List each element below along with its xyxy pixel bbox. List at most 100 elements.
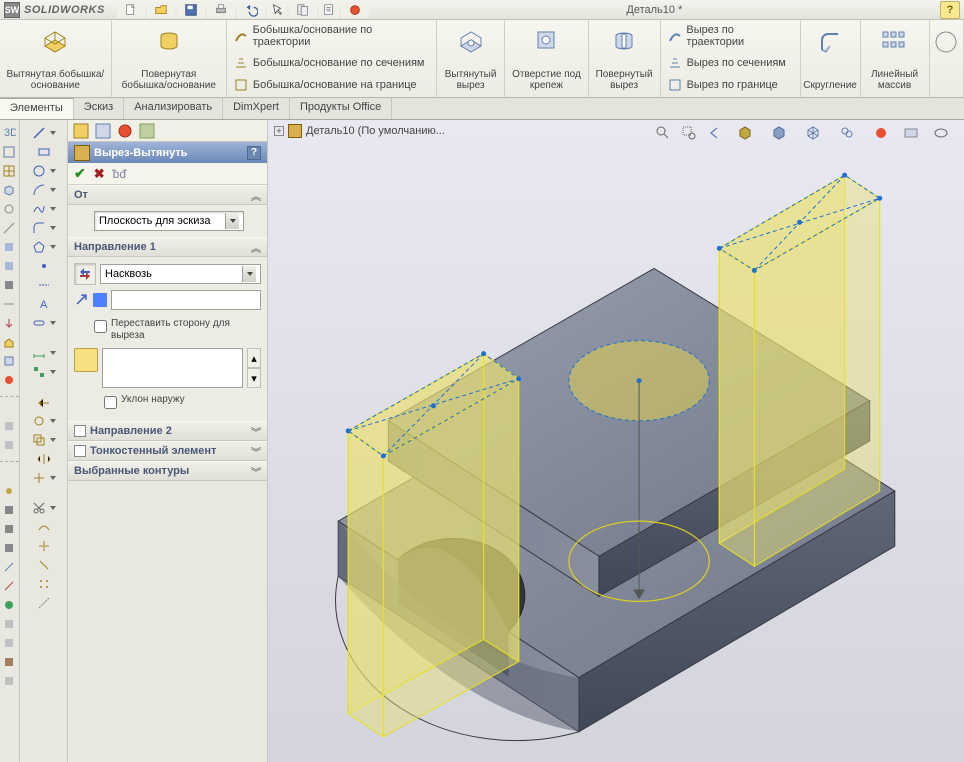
- open-button[interactable]: [147, 2, 175, 18]
- draft-icon[interactable]: [74, 348, 98, 372]
- pattern-button[interactable]: [20, 575, 64, 593]
- save-button[interactable]: [177, 2, 205, 18]
- convert-button[interactable]: [20, 412, 64, 430]
- view-front-icon[interactable]: [0, 143, 18, 161]
- hole-wizard-button[interactable]: Отверстие под крепеж: [505, 20, 588, 97]
- view-grid-icon[interactable]: [0, 162, 18, 180]
- construction-button[interactable]: [20, 594, 64, 612]
- mirror-button[interactable]: [20, 450, 64, 468]
- sketch-fillet-button[interactable]: [20, 219, 64, 237]
- misc14-icon[interactable]: [0, 615, 18, 633]
- reverse-direction-button[interactable]: [74, 263, 96, 285]
- home-icon[interactable]: [0, 333, 18, 351]
- flip-side-checkbox[interactable]: [94, 320, 107, 333]
- misc10-icon[interactable]: [0, 539, 18, 557]
- draft-outward-checkbox[interactable]: [104, 396, 117, 409]
- sketch-slot-button[interactable]: [20, 314, 64, 332]
- new-button[interactable]: [117, 2, 145, 18]
- stretch-button[interactable]: [20, 556, 64, 574]
- dim-button[interactable]: [20, 344, 64, 362]
- sweep-boss-button[interactable]: Бобышка/основание по траектории: [233, 22, 430, 50]
- appearance-button[interactable]: [341, 2, 369, 18]
- draft-selection-box[interactable]: [102, 348, 243, 388]
- move-button[interactable]: [20, 469, 64, 487]
- tab-sketch[interactable]: Эскиз: [74, 98, 124, 119]
- spin-down-button[interactable]: ▾: [247, 368, 261, 388]
- misc8-icon[interactable]: [0, 501, 18, 519]
- misc9-icon[interactable]: [0, 520, 18, 538]
- ok-button[interactable]: ✔: [74, 165, 86, 182]
- tab-evaluate[interactable]: Анализировать: [124, 98, 223, 119]
- misc4-icon[interactable]: [0, 295, 18, 313]
- cube-icon[interactable]: [0, 181, 18, 199]
- boundary-cut-button[interactable]: Вырез по границе: [667, 75, 778, 95]
- sketch-rect-button[interactable]: [20, 143, 64, 161]
- select-button[interactable]: [267, 2, 287, 18]
- boundary-boss-button[interactable]: Бобышка/основание на границе: [233, 75, 417, 95]
- print-button[interactable]: [207, 2, 235, 18]
- extend-button[interactable]: [20, 518, 64, 536]
- relation-button[interactable]: [20, 363, 64, 381]
- revolve-cut-button[interactable]: Повернутый вырез: [589, 20, 661, 97]
- sketch-centerline-button[interactable]: [20, 276, 64, 294]
- pm-tab-extra-icon[interactable]: [138, 122, 156, 140]
- sweep-cut-button[interactable]: Вырез по траектории: [667, 22, 794, 50]
- tab-dimxpert[interactable]: DimXpert: [223, 98, 290, 119]
- extrude-cut-button[interactable]: Вытянутый вырез: [437, 20, 505, 97]
- pm-tab-feature-icon[interactable]: [72, 122, 90, 140]
- loft-cut-button[interactable]: Вырез по сечениям: [667, 53, 786, 73]
- split-button[interactable]: [20, 537, 64, 555]
- preview-button[interactable]: ᵬᵭ: [113, 167, 126, 181]
- section-contours-header[interactable]: Выбранные контуры︾: [68, 461, 267, 481]
- view-3d-icon[interactable]: 3D: [0, 124, 18, 142]
- sketch-spline-button[interactable]: [20, 200, 64, 218]
- misc5-icon[interactable]: [0, 417, 18, 435]
- cancel-button[interactable]: ✖: [94, 166, 105, 182]
- help-button[interactable]: ?: [940, 1, 960, 19]
- misc15-icon[interactable]: [0, 634, 18, 652]
- sketch-text-button[interactable]: A: [20, 295, 64, 313]
- pm-tab-config-icon[interactable]: [94, 122, 112, 140]
- from-plane-combo[interactable]: Плоскость для эскиза: [94, 211, 244, 231]
- end-condition-combo[interactable]: Насквозь: [100, 264, 261, 284]
- direction-value-input[interactable]: [111, 290, 261, 310]
- color-icon[interactable]: [0, 371, 18, 389]
- box-icon[interactable]: [0, 352, 18, 370]
- sketch-point-button[interactable]: [20, 257, 64, 275]
- tab-features[interactable]: Элементы: [0, 98, 74, 119]
- misc17-icon[interactable]: [0, 672, 18, 690]
- misc12-icon[interactable]: [0, 577, 18, 595]
- sketch-circle-button[interactable]: [20, 162, 64, 180]
- scissors-button[interactable]: [20, 499, 64, 517]
- sketch-poly-button[interactable]: [20, 238, 64, 256]
- offset-button[interactable]: [20, 431, 64, 449]
- misc11-icon[interactable]: [0, 558, 18, 576]
- linear-pattern-button[interactable]: Линейный массив: [861, 20, 930, 97]
- misc6-icon[interactable]: [0, 436, 18, 454]
- extrude-boss-button[interactable]: Вытянутая бобышка/основание: [0, 20, 112, 97]
- arrow-down-icon[interactable]: [0, 314, 18, 332]
- options-button[interactable]: [319, 2, 339, 18]
- loft-boss-button[interactable]: Бобышка/основание по сечениям: [233, 53, 425, 73]
- snap-icon[interactable]: [0, 200, 18, 218]
- ribbon-more[interactable]: [930, 20, 964, 97]
- measure-icon[interactable]: [0, 219, 18, 237]
- rebuild-button[interactable]: [289, 2, 317, 18]
- misc3-icon[interactable]: [0, 276, 18, 294]
- misc13-icon[interactable]: [0, 596, 18, 614]
- pm-tab-display-icon[interactable]: [116, 122, 134, 140]
- trim-button[interactable]: [20, 393, 64, 411]
- section-thin-header[interactable]: Тонкостенный элемент︾: [68, 441, 267, 461]
- misc16-icon[interactable]: [0, 653, 18, 671]
- tab-office[interactable]: Продукты Office: [290, 98, 392, 119]
- section-direction1-header[interactable]: Направление 1︽: [68, 237, 267, 257]
- pm-help-button[interactable]: ?: [247, 146, 261, 160]
- spin-up-button[interactable]: ▴: [247, 348, 261, 368]
- section-from-header[interactable]: От︽: [68, 185, 267, 205]
- section-direction2-header[interactable]: Направление 2︾: [68, 421, 267, 441]
- sketch-arc-button[interactable]: [20, 181, 64, 199]
- fillet-button[interactable]: Скругление: [801, 20, 861, 97]
- undo-button[interactable]: [237, 2, 265, 18]
- revolve-boss-button[interactable]: Повернутая бобышка/основание: [112, 20, 227, 97]
- misc2-icon[interactable]: [0, 257, 18, 275]
